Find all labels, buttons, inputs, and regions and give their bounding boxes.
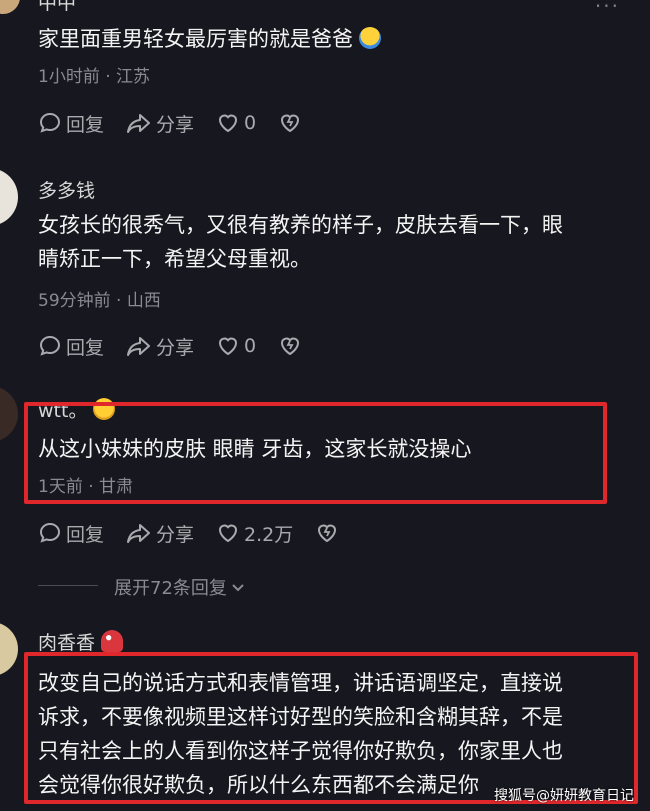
dislike-button[interactable] [278,111,306,135]
expand-replies-label: 展开72条回复 [114,578,227,599]
comment-text-line: 家里面重男轻女最厉害的就是爸爸 [38,27,353,51]
comment-actions: 回复 分享 0 [38,331,328,361]
comment-text: 家里面重男轻女最厉害的就是爸爸 [38,22,381,56]
share-button[interactable]: 分享 [126,333,194,360]
comment-text-line: 会觉得你很好欺负，所以什么东西都不会满足你 [38,773,479,797]
cold-sweat-face-emoji [359,27,381,49]
like-count: 2.2万 [244,523,294,546]
expand-replies-button[interactable]: 展开72条回复 [114,574,247,600]
share-button[interactable]: 分享 [126,110,194,137]
chevron-down-icon [232,584,244,592]
comment-text: 改变自己的说话方式和表情管理，讲话语调坚定，直接说 诉求，不要像视频里这样讨好型… [38,666,563,802]
dislike-button[interactable] [278,334,306,358]
heart-icon [219,524,238,543]
comment-meta: 1天前 · 甘肃 [38,477,134,497]
broken-heart-icon [318,524,337,543]
username-text: 肉香香 [38,632,96,654]
broken-heart-icon [281,114,300,133]
like-button[interactable]: 0 [216,111,256,135]
comment-actions: 回复 分享 2.2万 [38,518,365,548]
like-button[interactable]: 2.2万 [216,520,293,547]
reply-bubble-icon [39,522,61,543]
reply-button[interactable]: 回复 [38,333,104,360]
comment-username[interactable]: 中中 [38,0,76,15]
comment-text: 从这小妹妹的皮肤 眼睛 牙齿，这家长就没操心 [38,437,472,461]
heart-icon [219,337,238,356]
watermark: 搜狐号@妍妍教育日记 [494,788,634,804]
share-arrow-icon [127,114,151,133]
dislike-button[interactable] [315,521,343,545]
like-count: 0 [244,112,257,134]
comment-text-line: 诉求，不要像视频里这样讨好型的笑脸和含糊其辞，不是 [38,705,563,729]
share-label: 分享 [156,523,195,546]
reply-bubble-icon [39,335,61,356]
share-label: 分享 [156,113,195,136]
avatar[interactable] [0,0,20,14]
reply-label: 回复 [66,523,105,546]
comment-username[interactable]: 多多钱 [38,176,95,203]
mushroom-emoji [101,630,124,652]
comment-username[interactable]: 肉香香 [38,628,124,655]
comment-actions: 回复 分享 0 [38,108,328,138]
like-button[interactable]: 0 [216,334,256,358]
comment-meta: 59分钟前 · 山西 [38,291,161,311]
avatar[interactable] [0,622,18,676]
comment-meta: 1小时前 · 江苏 [38,67,151,87]
comment-text: 女孩长的很秀气，又很有教养的样子，皮肤去看一下，眼 睛矫正一下，希望父母重视。 [38,208,563,276]
reply-label: 回复 [66,113,105,136]
reply-bubble-icon [39,112,61,133]
like-count: 0 [244,335,257,357]
share-label: 分享 [156,336,195,359]
share-arrow-icon [127,337,151,356]
heart-icon [219,114,238,133]
comment-text-line: 女孩长的很秀气，又很有教养的样子，皮肤去看一下，眼 [38,213,563,237]
comment-text-line: 睛矫正一下，希望父母重视。 [38,247,311,271]
broken-heart-icon [281,337,300,356]
avatar[interactable] [0,168,18,226]
more-options-icon[interactable]: ··· [595,0,620,18]
reply-label: 回复 [66,336,105,359]
reply-button[interactable]: 回复 [38,110,104,137]
share-arrow-icon [127,524,151,543]
avatar[interactable] [0,386,18,442]
share-button[interactable]: 分享 [126,520,194,547]
comment-text-line: 改变自己的说话方式和表情管理，讲话语调坚定，直接说 [38,671,563,695]
comment-text-line: 只有社会上的人看到你这样子觉得你好欺负，你家里人也 [38,739,563,763]
reply-button[interactable]: 回复 [38,520,104,547]
expand-replies-divider [38,585,98,586]
